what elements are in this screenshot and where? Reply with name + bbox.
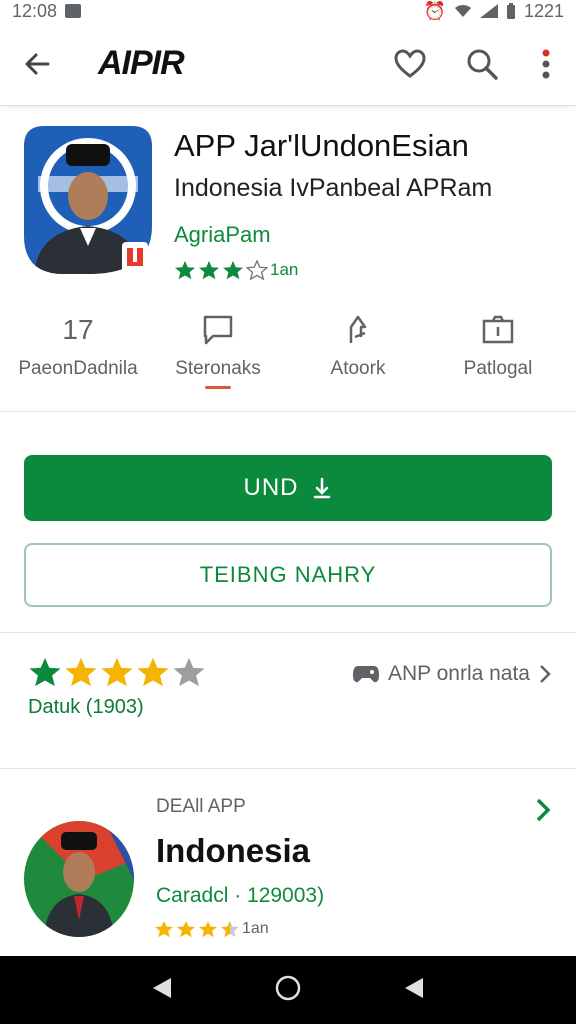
triangle-recents-icon	[405, 977, 424, 998]
star-icon	[155, 920, 173, 938]
rating-count: 1an	[270, 260, 299, 279]
stat-info[interactable]: Patlogal	[428, 310, 568, 410]
app-subtitle: Indonesia IvPanbeal APRam	[174, 174, 493, 202]
star-icon	[199, 920, 217, 938]
related-rating-count: 1an	[242, 920, 269, 937]
star-icon	[65, 657, 97, 687]
divider	[0, 632, 576, 633]
stats-row: 17 PaeonDadnila Steronaks Atoork Patloga…	[0, 310, 576, 410]
status-time: 12:08	[12, 0, 58, 21]
chevron-right-icon	[536, 798, 551, 822]
triangle-back-icon	[152, 977, 171, 998]
star-half-icon	[246, 260, 268, 280]
divider	[0, 768, 576, 769]
app-rating: 1an	[174, 260, 298, 280]
download-icon	[313, 477, 330, 499]
related-rating: 1an	[154, 920, 269, 938]
install-button[interactable]: UND	[24, 455, 552, 521]
alarm-icon: ⏰	[423, 0, 446, 21]
system-nav-bar	[0, 956, 576, 1024]
back-nav-button[interactable]	[151, 976, 173, 1005]
search-button[interactable]	[464, 46, 500, 82]
developer-link[interactable]: AgriaPam	[174, 222, 271, 248]
battery-text: 1221	[523, 0, 564, 21]
related-app-card[interactable]: DEAll APP Indonesia Caradcl · 129003) 1a…	[24, 790, 552, 950]
secondary-button[interactable]: TEIBNG NAHRY	[24, 543, 552, 607]
related-meta: Caradcl · 129003)	[156, 884, 325, 907]
app-title: APP Jar'lUndonEsian	[174, 128, 469, 163]
search-icon	[467, 49, 498, 80]
related-title: Indonesia	[156, 832, 311, 869]
top-app-bar: AIPIR	[0, 22, 576, 106]
stat-label: PaeonDadnila	[18, 358, 138, 379]
arrow-left-icon	[25, 53, 50, 74]
notification-icon	[65, 4, 82, 18]
more-vert-icon	[542, 49, 550, 78]
star-icon	[29, 657, 61, 687]
divider	[0, 411, 576, 412]
info-icon	[482, 315, 514, 344]
rating-more-text: ANP onrla nata	[387, 662, 530, 685]
app-icon[interactable]	[24, 126, 152, 274]
stat-value: 17	[62, 314, 94, 345]
stat-label: Steronaks	[175, 358, 261, 379]
brand-logo: AIPIR	[98, 44, 185, 82]
chevron-right-icon	[540, 665, 551, 683]
rating-more-link[interactable]: ANP onrla nata	[352, 662, 552, 686]
related-kicker: DEAll APP	[156, 796, 246, 817]
back-button[interactable]	[20, 46, 56, 82]
status-bar: 12:08 ⏰ 1221	[0, 0, 576, 22]
stat-label: Patlogal	[463, 358, 533, 379]
signal-icon	[479, 4, 498, 18]
chat-icon	[203, 315, 233, 345]
related-avatar-image	[24, 821, 134, 937]
related-more-button[interactable]	[534, 796, 552, 829]
circle-home-icon	[275, 975, 301, 1000]
stat-reviews[interactable]: 17 PaeonDadnila	[8, 310, 148, 410]
battery-icon	[506, 3, 515, 19]
star-icon	[137, 657, 169, 687]
star-icon	[199, 260, 219, 280]
gamepad-icon	[352, 666, 379, 683]
app-header: APP Jar'lUndonEsian Indonesia IvPanbeal …	[24, 126, 552, 280]
app-icon-image	[24, 126, 152, 274]
stat-label: Atoork	[330, 358, 386, 379]
star-icon	[101, 657, 133, 687]
active-tab-indicator	[205, 386, 231, 389]
rating-summary[interactable]: Datuk (1903) ANP onrla nata	[28, 656, 552, 736]
recents-nav-button[interactable]	[403, 976, 425, 1005]
wifi-icon	[454, 4, 471, 17]
star-icon	[223, 260, 243, 280]
star-half-icon	[221, 920, 239, 938]
star-empty-icon	[173, 657, 205, 687]
heart-icon	[394, 48, 426, 78]
star-icon	[177, 920, 195, 938]
home-nav-button[interactable]	[274, 974, 302, 1007]
star-icon	[175, 260, 195, 280]
install-label: UND	[243, 474, 299, 501]
more-options-button[interactable]	[536, 46, 556, 82]
wishlist-button[interactable]	[392, 46, 428, 82]
related-app-icon[interactable]	[24, 820, 134, 938]
stat-share[interactable]: Atoork	[288, 310, 428, 410]
rating-caption: Datuk (1903)	[28, 696, 144, 718]
share-icon	[349, 315, 367, 343]
stat-comments[interactable]: Steronaks	[148, 310, 288, 410]
